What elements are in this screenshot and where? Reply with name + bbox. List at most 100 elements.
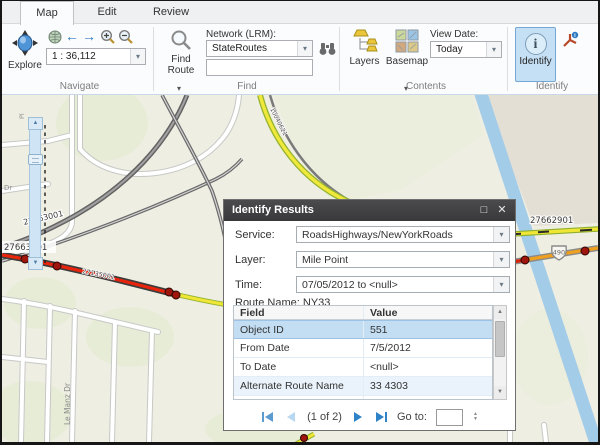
slider-down-button[interactable]: ▼: [28, 257, 43, 270]
layer-value: Mile Point: [302, 254, 489, 266]
table-header-row: Field Value: [234, 306, 492, 320]
goto-page-input[interactable]: [436, 409, 463, 426]
info-pin-icon[interactable]: i: [560, 31, 580, 51]
tab-edit[interactable]: Edit: [78, 1, 136, 24]
view-date-value: Today: [436, 44, 483, 55]
slider-track[interactable]: [29, 130, 41, 257]
basemap-button[interactable]: Basemap: [385, 28, 429, 82]
basemap-icon: [395, 29, 420, 53]
goto-spinner[interactable]: ▲ ▼: [473, 412, 478, 422]
network-lrm-label: Network (LRM):: [206, 29, 276, 40]
view-date-label: View Date:: [430, 29, 478, 40]
dialog-title: Identify Results: [232, 204, 314, 216]
scroll-down-icon[interactable]: ▼: [494, 386, 506, 399]
cell-field: From Date: [234, 339, 364, 357]
tab-map[interactable]: Map: [20, 1, 74, 25]
globe-icon[interactable]: [48, 30, 62, 44]
table-row[interactable]: To Date <null>: [234, 358, 492, 377]
find-route-magnifier-icon: [170, 29, 192, 51]
network-value: StateRoutes: [212, 43, 294, 54]
close-icon[interactable]: ✕: [495, 203, 509, 217]
table-row: [234, 396, 492, 400]
view-date-select[interactable]: Today ▾: [430, 41, 502, 58]
scale-dropdown-caret-icon[interactable]: ▾: [130, 49, 145, 64]
table-row[interactable]: Alternate Route Name 33 4303: [234, 377, 492, 396]
table-row[interactable]: Object ID 551: [234, 320, 492, 339]
pagination-bar: (1 of 2) Go to: ▲ ▼: [224, 405, 515, 429]
binoculars-icon[interactable]: [319, 42, 336, 56]
identify-results-dialog: Identify Results □ ✕ Service: RoadsHighw…: [223, 199, 516, 431]
table-scrollbar[interactable]: ▲ ▼: [493, 305, 507, 400]
group-label-contents: Contents: [347, 81, 505, 94]
cell-field: Object ID: [234, 321, 364, 338]
cell-field: Alternate Route Name: [234, 377, 364, 395]
identify-button[interactable]: i Identify: [515, 27, 556, 82]
map-zoom-slider[interactable]: ▲ ▼: [28, 117, 43, 270]
route-label: 27662901: [530, 216, 573, 226]
shield-number: 490: [553, 249, 565, 257]
street-label: Le Manz Dr: [63, 382, 72, 425]
previous-page-button[interactable]: [284, 411, 298, 423]
explore-label: Explore: [5, 60, 45, 71]
table-row[interactable]: From Date 7/5/2012: [234, 339, 492, 358]
slider-up-button[interactable]: ▲: [28, 117, 43, 130]
cell-field: To Date: [234, 358, 364, 376]
time-caret-icon[interactable]: ▾: [493, 277, 509, 292]
street-label: Dr: [4, 184, 12, 192]
service-value: RoadsHighways/NewYorkRoads: [302, 229, 489, 241]
layers-label: Layers: [346, 56, 383, 67]
explore-button[interactable]: Explore: [5, 28, 45, 82]
find-route-button[interactable]: Find Route: [159, 28, 203, 84]
service-caret-icon[interactable]: ▾: [493, 227, 509, 242]
time-value: 07/05/2012 to <null>: [302, 279, 489, 291]
tab-review[interactable]: Review: [140, 1, 202, 24]
layers-icon: [352, 29, 378, 53]
scale-combobox[interactable]: 1 : 36,112 ▾: [46, 48, 146, 65]
cell-value: 551: [364, 321, 492, 338]
zoom-out-icon[interactable]: [118, 29, 134, 45]
next-page-button[interactable]: [351, 411, 365, 423]
layer-select[interactable]: Mile Point ▾: [296, 251, 510, 268]
network-dropdown-caret-icon[interactable]: ▾: [297, 41, 312, 56]
first-page-button[interactable]: [261, 411, 275, 423]
dialog-header[interactable]: Identify Results □ ✕: [224, 200, 515, 221]
zoom-in-icon[interactable]: [100, 29, 116, 45]
cell-value: 7/5/2012: [364, 339, 492, 357]
slider-thumb[interactable]: [28, 154, 43, 165]
view-date-caret-icon[interactable]: ▾: [486, 42, 501, 57]
application-window: Map Edit Review Explore ← →: [0, 0, 600, 445]
route-input[interactable]: [206, 59, 313, 76]
identify-label: Identify: [516, 56, 555, 67]
spinner-down-icon[interactable]: ▼: [473, 417, 478, 422]
find-route-label-line2: Route: [159, 65, 203, 76]
service-label: Service:: [235, 229, 275, 241]
column-header-field: Field: [234, 306, 364, 319]
time-select[interactable]: 07/05/2012 to <null> ▾: [296, 276, 510, 293]
scale-value: 1 : 36,112: [52, 51, 127, 62]
group-label-navigate: Navigate: [12, 81, 147, 94]
group-label-find: Find: [162, 81, 332, 94]
group-separator: [507, 27, 508, 91]
back-arrow-icon[interactable]: ←: [65, 28, 79, 44]
scroll-up-icon[interactable]: ▲: [494, 306, 506, 319]
goto-label: Go to:: [397, 411, 427, 423]
group-label-identify: Identify: [510, 81, 594, 94]
ribbon: Map Edit Review Explore ← →: [2, 1, 598, 95]
street-label: Pl: [18, 113, 26, 119]
service-select[interactable]: RoadsHighways/NewYorkRoads ▾: [296, 226, 510, 243]
maximize-icon[interactable]: □: [477, 203, 491, 217]
group-separator: [153, 27, 154, 91]
find-route-label-line1: Find: [159, 54, 203, 65]
network-select[interactable]: StateRoutes ▾: [206, 40, 313, 57]
forward-arrow-icon[interactable]: →: [82, 28, 96, 44]
layers-button[interactable]: Layers: [346, 28, 383, 82]
last-page-button[interactable]: [374, 411, 388, 423]
page-indicator: (1 of 2): [307, 411, 342, 423]
identify-icon: i: [525, 33, 547, 55]
time-label: Time:: [235, 279, 262, 291]
route-label: 27135001: [82, 267, 116, 281]
group-separator: [339, 27, 340, 91]
explore-icon: [11, 29, 39, 57]
scrollbar-thumb[interactable]: [495, 321, 505, 357]
layer-caret-icon[interactable]: ▾: [493, 252, 509, 267]
